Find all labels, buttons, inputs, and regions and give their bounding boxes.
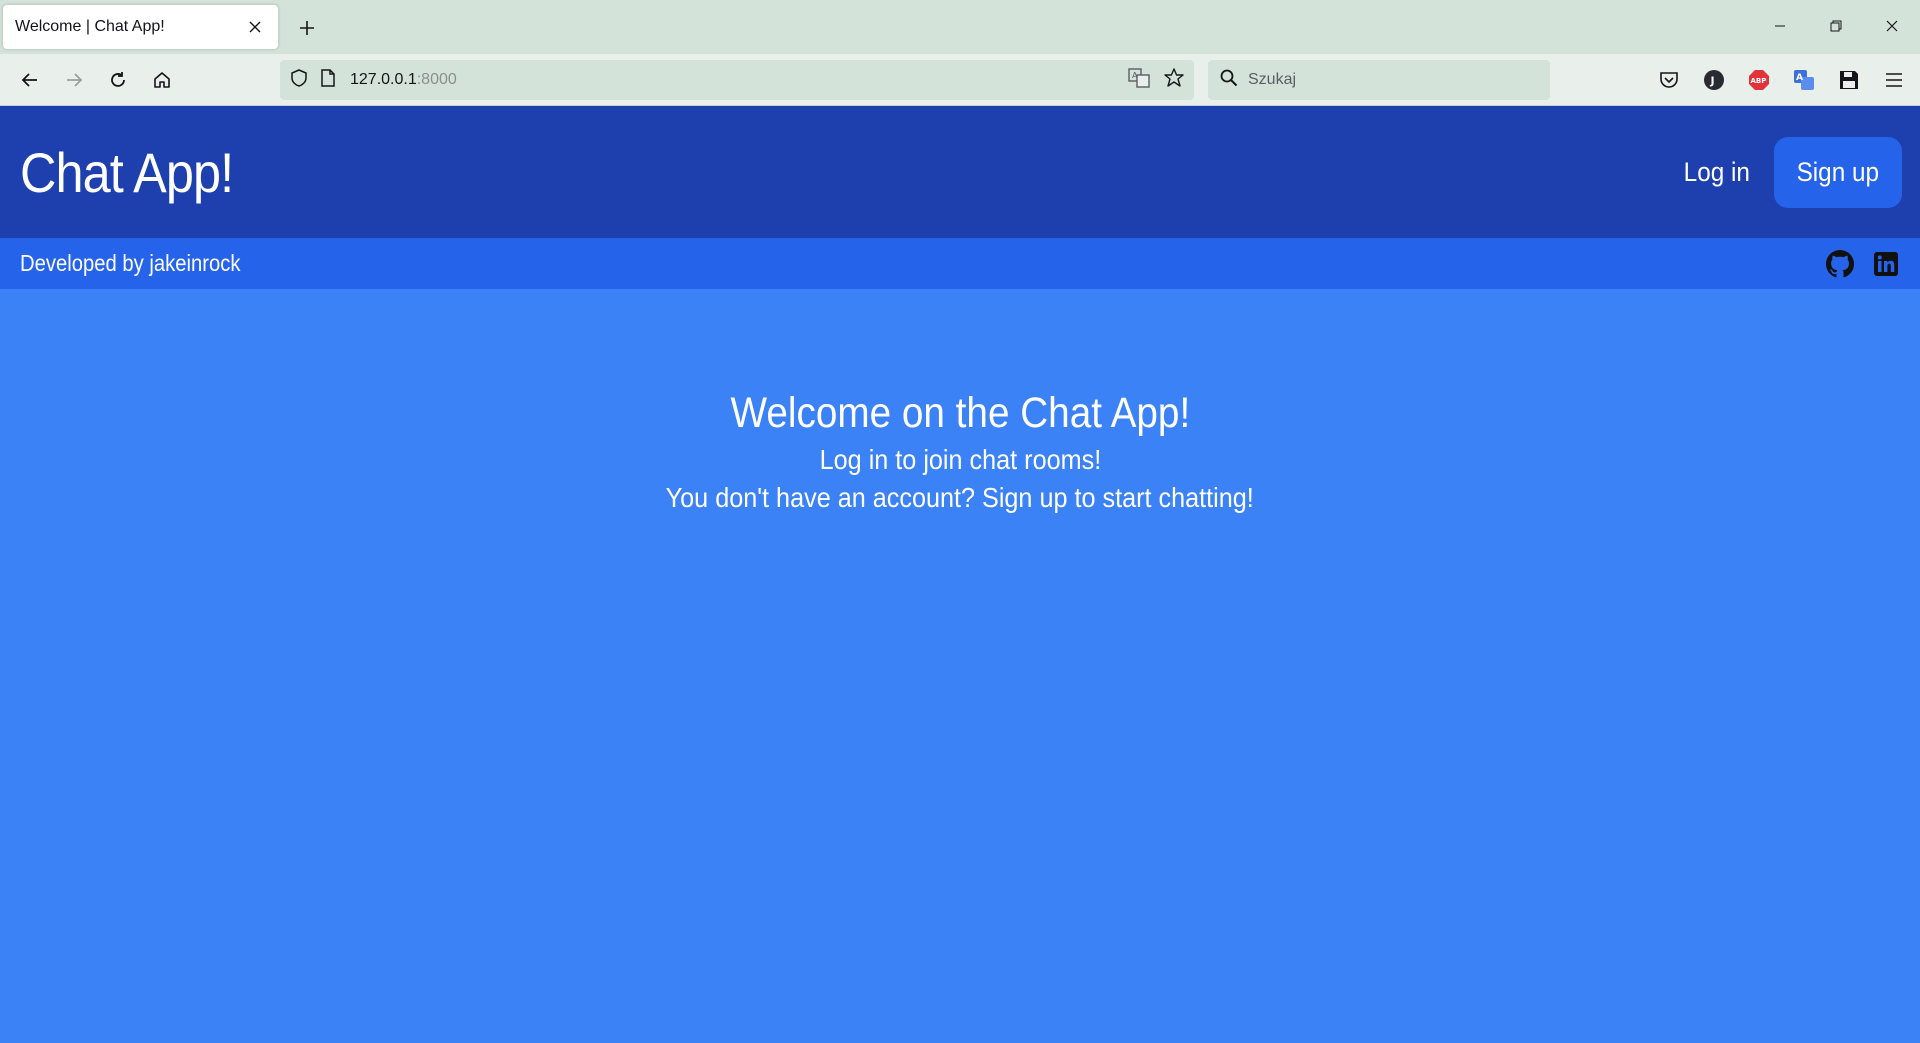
url-port: :8000 [416,71,457,88]
save-icon[interactable] [1831,62,1867,98]
login-link[interactable]: Log in [1684,157,1750,188]
translate-extension-icon[interactable]: A [1786,62,1822,98]
forward-arrow-icon[interactable] [56,62,92,98]
search-placeholder: Szukaj [1248,71,1297,88]
svg-text:A: A [1796,73,1803,83]
browser-navbar: 127.0.0.1:8000 A Szukaj J ABP A [0,54,1920,106]
pocket-icon[interactable] [1651,62,1687,98]
signup-prompt: You don't have an account? Sign up to st… [665,482,1255,513]
url-host: 127.0.0.1 [350,71,417,88]
home-icon[interactable] [144,62,180,98]
bookmark-star-icon[interactable] [1164,67,1184,93]
search-bar[interactable]: Szukaj [1208,60,1550,100]
menu-hamburger-icon[interactable] [1876,62,1912,98]
search-icon [1220,69,1238,92]
developer-credit: Developed by jakeinrock [20,250,241,276]
new-tab-button[interactable] [293,14,321,42]
window-controls [1752,0,1920,52]
account-avatar-icon[interactable]: J [1696,62,1732,98]
minimize-icon[interactable] [1752,0,1808,52]
browser-toolbar: J ABP A [1642,62,1912,98]
main-content: Welcome on the Chat App! Log in to join … [0,289,1920,514]
browser-tab[interactable]: Welcome | Chat App! [2,4,279,50]
github-icon[interactable] [1826,249,1854,278]
reload-icon[interactable] [100,62,136,98]
social-links [1808,249,1900,278]
developer-bar: Developed by jakeinrock [0,238,1920,289]
login-prompt: Log in to join chat rooms! [819,444,1101,475]
browser-tabbar: Welcome | Chat App! [0,0,1920,54]
close-window-icon[interactable] [1864,0,1920,52]
welcome-heading: Welcome on the Chat App! [730,389,1190,437]
address-bar[interactable]: 127.0.0.1:8000 A [280,60,1194,100]
page-info-icon[interactable] [320,68,336,92]
translate-icon[interactable]: A [1128,67,1150,93]
header-actions: Log in Sign up [1680,136,1902,208]
svg-text:ABP: ABP [1751,77,1767,85]
close-tab-icon[interactable] [244,16,266,38]
svg-text:A: A [1132,71,1138,80]
adblock-icon[interactable]: ABP [1741,62,1777,98]
site-title[interactable]: Chat App! [20,140,234,205]
signup-button[interactable]: Sign up [1774,136,1902,208]
url-text: 127.0.0.1:8000 [350,71,1128,89]
back-arrow-icon[interactable] [12,62,48,98]
tab-title: Welcome | Chat App! [15,18,165,35]
restore-icon[interactable] [1808,0,1864,52]
linkedin-icon[interactable] [1872,250,1900,278]
signup-button-label: Sign up [1796,156,1880,187]
shield-icon[interactable] [290,68,308,92]
svg-text:J: J [1710,75,1715,88]
site-header: Chat App! Log in Sign up [0,106,1920,238]
